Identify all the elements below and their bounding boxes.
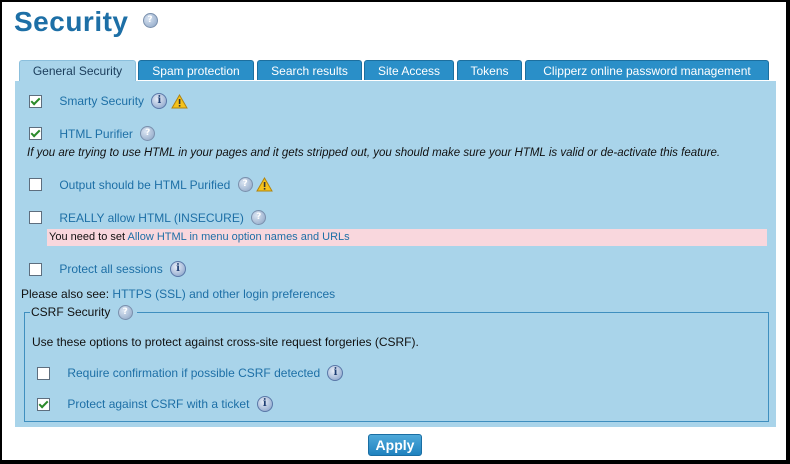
page-title-text: Security <box>14 6 129 37</box>
info-icon[interactable]: i <box>256 396 273 412</box>
really-allow-html-checkbox[interactable] <box>29 211 42 225</box>
output-purified-checkbox[interactable] <box>29 178 42 192</box>
help-icon[interactable]: ? <box>237 177 253 193</box>
general-security-panel: Smarty Security i HTML Purifier ? If you… <box>15 81 776 427</box>
csrf-description: Use these options to protect against cro… <box>32 335 419 349</box>
page-title: Security ? <box>14 6 158 38</box>
html-purifier-label[interactable]: HTML Purifier <box>59 127 133 141</box>
tab-label: Clipperz online password management <box>543 64 751 78</box>
see-also: Please also see: HTTPS (SSL) and other l… <box>21 287 335 301</box>
warning-icon <box>170 93 188 108</box>
warning-icon <box>256 177 273 192</box>
option-output-purified: Output should be HTML Purified ? <box>29 177 273 193</box>
option-protect-sessions: Protect all sessions i <box>29 261 187 277</box>
protect-sessions-label[interactable]: Protect all sessions <box>59 262 162 276</box>
tab-spam-protection[interactable]: Spam protection <box>138 60 254 80</box>
tab-tokens[interactable]: Tokens <box>457 60 522 80</box>
alert-text: You need to set <box>49 231 126 243</box>
tab-general-security[interactable]: General Security <box>19 60 136 81</box>
info-icon[interactable]: i <box>327 365 344 381</box>
info-icon[interactable]: i <box>151 93 168 109</box>
require-confirmation-label[interactable]: Require confirmation if possible CSRF de… <box>67 366 320 380</box>
help-icon[interactable]: ? <box>117 305 133 321</box>
option-require-confirmation: Require confirmation if possible CSRF de… <box>37 365 344 381</box>
help-icon[interactable]: ? <box>142 13 158 29</box>
html-purifier-checkbox[interactable] <box>29 127 42 141</box>
tab-label: Site Access <box>377 64 441 78</box>
tab-label: Tokens <box>470 64 509 78</box>
html-requirement-alert: You need to set Allow HTML in menu optio… <box>47 229 767 246</box>
tab-search-results[interactable]: Search results <box>257 60 362 80</box>
tab-label: Search results <box>271 64 348 78</box>
option-html-purifier: HTML Purifier ? <box>29 126 156 142</box>
https-login-preferences-link[interactable]: HTTPS (SSL) and other login preferences <box>112 287 335 301</box>
html-purifier-note: If you are trying to use HTML in your pa… <box>27 147 721 159</box>
csrf-security-fieldset: CSRF Security ? Use these options to pro… <box>24 305 769 422</box>
really-allow-html-label[interactable]: REALLY allow HTML (INSECURE) <box>59 211 244 225</box>
protect-ticket-checkbox[interactable] <box>37 397 50 411</box>
output-purified-label[interactable]: Output should be HTML Purified <box>59 178 230 192</box>
option-smarty-security: Smarty Security i <box>29 93 188 109</box>
tab-site-access[interactable]: Site Access <box>364 60 454 80</box>
csrf-legend-text: CSRF Security <box>31 305 111 319</box>
tab-label: General Security <box>32 64 123 78</box>
apply-button[interactable]: Apply <box>368 434 422 456</box>
require-confirmation-checkbox[interactable] <box>37 366 50 380</box>
protect-ticket-label[interactable]: Protect against CSRF with a ticket <box>67 397 249 411</box>
security-page: Security ? General Security Spam protect… <box>2 2 786 460</box>
info-icon[interactable]: i <box>170 261 187 277</box>
csrf-legend: CSRF Security ? <box>30 305 137 321</box>
option-protect-ticket: Protect against CSRF with a ticket i <box>37 396 273 412</box>
option-really-allow-html: REALLY allow HTML (INSECURE) ? <box>29 210 267 226</box>
smarty-security-label[interactable]: Smarty Security <box>59 94 144 108</box>
help-icon[interactable]: ? <box>140 126 156 142</box>
see-also-text: Please also see: <box>21 287 110 301</box>
smarty-security-checkbox[interactable] <box>29 94 42 108</box>
help-icon[interactable]: ? <box>251 210 267 226</box>
protect-sessions-checkbox[interactable] <box>29 262 42 276</box>
allow-html-menu-link[interactable]: Allow HTML in menu option names and URLs <box>128 231 350 243</box>
tab-clipperz[interactable]: Clipperz online password management <box>525 60 769 80</box>
tab-label: Spam protection <box>152 64 240 78</box>
